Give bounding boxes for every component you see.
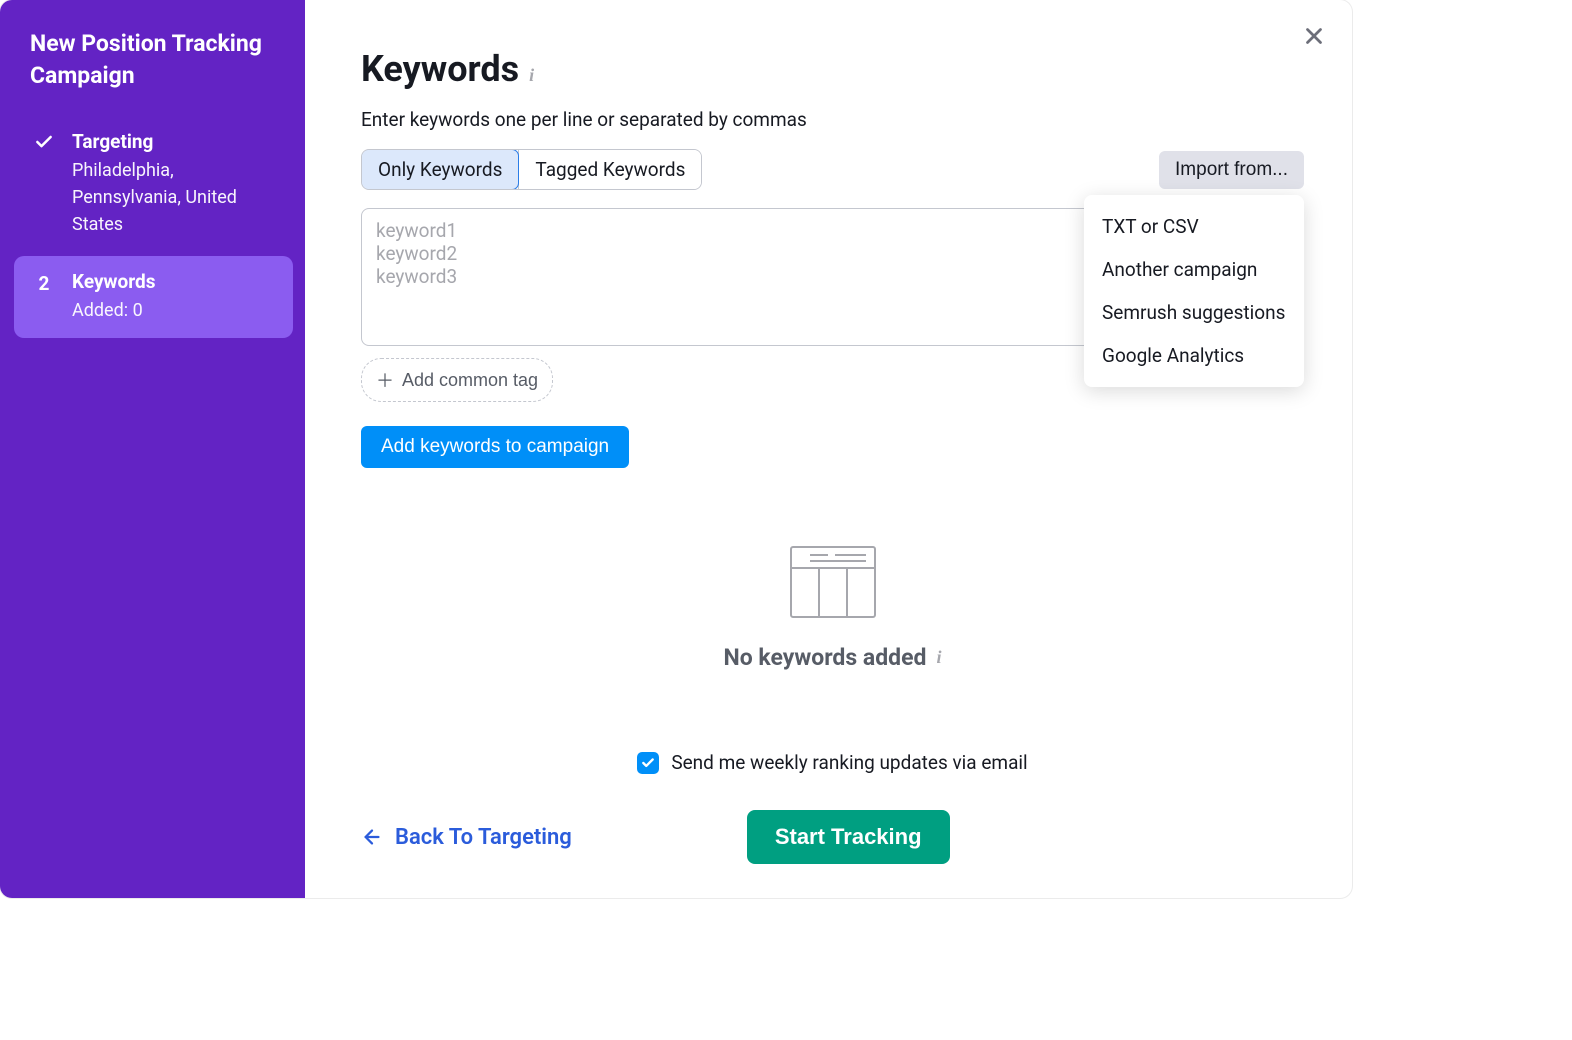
tabs-import-row: Only Keywords Tagged Keywords Import fro… xyxy=(361,149,1304,190)
plus-icon: ＋ xyxy=(376,367,394,393)
empty-state-text: No keywords added xyxy=(724,644,927,671)
step-number-icon: 2 xyxy=(32,272,56,295)
step-label: Targeting xyxy=(72,130,273,153)
import-option-txt-csv[interactable]: TXT or CSV xyxy=(1084,205,1304,248)
step-sublabel: Added: 0 xyxy=(72,297,155,324)
weekly-email-checkbox[interactable] xyxy=(637,752,659,774)
footer-actions: Back To Targeting Start Tracking xyxy=(361,810,1304,864)
info-icon[interactable]: i xyxy=(936,647,941,668)
start-tracking-button[interactable]: Start Tracking xyxy=(747,810,950,864)
import-option-another-campaign[interactable]: Another campaign xyxy=(1084,248,1304,291)
tab-only-keywords[interactable]: Only Keywords xyxy=(361,149,519,190)
back-to-targeting-link[interactable]: Back To Targeting xyxy=(361,825,572,850)
keyword-tabs: Only Keywords Tagged Keywords xyxy=(361,149,702,190)
back-label: Back To Targeting xyxy=(395,825,572,850)
subtitle: Enter keywords one per line or separated… xyxy=(361,108,1304,131)
add-tag-label: Add common tag xyxy=(402,370,538,391)
empty-state: No keywords added i xyxy=(361,546,1304,671)
step-targeting[interactable]: Targeting Philadelphia, Pennsylvania, Un… xyxy=(14,116,293,252)
import-wrap: Import from... TXT or CSV Another campai… xyxy=(1159,151,1304,189)
import-dropdown-menu: TXT or CSV Another campaign Semrush sugg… xyxy=(1084,195,1304,387)
sidebar-title: New Position Tracking Campaign xyxy=(0,28,305,116)
import-option-semrush[interactable]: Semrush suggestions xyxy=(1084,291,1304,334)
import-from-button[interactable]: Import from... xyxy=(1159,151,1304,189)
weekly-email-row: Send me weekly ranking updates via email xyxy=(361,751,1304,774)
page-title-row: Keywords i xyxy=(361,48,1304,90)
arrow-left-icon xyxy=(361,826,383,848)
position-tracking-modal: New Position Tracking Campaign Targeting… xyxy=(0,0,1352,898)
add-keywords-button[interactable]: Add keywords to campaign xyxy=(361,426,629,468)
page-title: Keywords xyxy=(361,48,519,90)
step-label: Keywords xyxy=(72,270,155,293)
wizard-sidebar: New Position Tracking Campaign Targeting… xyxy=(0,0,305,898)
tab-tagged-keywords[interactable]: Tagged Keywords xyxy=(518,150,701,189)
add-common-tag-button[interactable]: ＋ Add common tag xyxy=(361,358,553,402)
main-content: Keywords i Enter keywords one per line o… xyxy=(305,0,1352,898)
info-icon[interactable]: i xyxy=(529,65,534,86)
close-button[interactable] xyxy=(1298,20,1330,52)
empty-table-icon xyxy=(790,546,876,622)
weekly-email-label: Send me weekly ranking updates via email xyxy=(671,751,1027,774)
step-sublabel: Philadelphia, Pennsylvania, United State… xyxy=(72,157,273,238)
check-icon xyxy=(32,132,56,152)
import-option-google-analytics[interactable]: Google Analytics xyxy=(1084,334,1304,377)
step-keywords[interactable]: 2 Keywords Added: 0 xyxy=(14,256,293,338)
